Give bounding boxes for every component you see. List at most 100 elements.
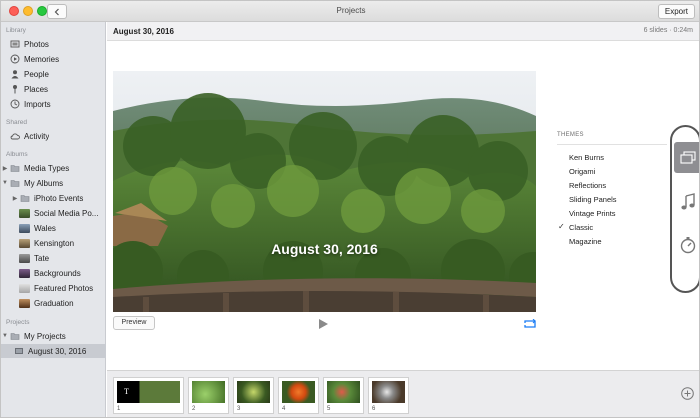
sidebar-item-imports[interactable]: Imports	[1, 97, 106, 111]
slide-number: 1	[117, 406, 121, 412]
slide-thumbnail-1[interactable]: T 1	[113, 377, 184, 414]
sidebar-item-my-projects[interactable]: ▼ My Projects	[1, 329, 106, 343]
sidebar-item-label: Social Media Po...	[34, 208, 99, 218]
sidebar-item-label: Activity	[24, 131, 50, 141]
preview-button[interactable]: Preview	[113, 316, 155, 330]
sidebar-item-label: Memories	[24, 54, 60, 64]
disclosure-down-icon[interactable]: ▼	[1, 180, 9, 186]
folder-icon	[9, 178, 20, 189]
cloud-icon	[9, 131, 20, 142]
title-bar: Projects Export	[1, 1, 699, 22]
music-note-icon[interactable]	[680, 193, 696, 211]
sidebar-item-label: Graduation	[34, 298, 74, 308]
theme-ken-burns[interactable]: Ken Burns	[569, 153, 604, 162]
sidebar-item-backgrounds[interactable]: Backgrounds	[1, 266, 106, 280]
sidebar-item-label: Featured Photos	[34, 283, 94, 293]
add-slide-icon[interactable]	[681, 387, 694, 400]
slide-image	[237, 381, 270, 403]
sidebar-item-photos[interactable]: Photos	[1, 37, 106, 51]
themes-divider	[557, 144, 667, 145]
album-thumb-icon	[19, 268, 30, 279]
loop-icon[interactable]	[523, 319, 537, 329]
disclosure-right-icon[interactable]: ▶	[11, 195, 19, 202]
slide-thumbnail-6[interactable]: 6	[368, 377, 409, 414]
photos-window: Projects Export Library Photos Memories …	[0, 0, 700, 418]
project-title: August 30, 2016	[113, 27, 174, 36]
sidebar-item-iphoto-events[interactable]: ▶ iPhoto Events	[1, 191, 106, 205]
sidebar-item-social-media[interactable]: Social Media Po...	[1, 206, 106, 220]
sidebar-item-memories[interactable]: Memories	[1, 52, 106, 66]
sidebar-item-label: My Projects	[24, 331, 66, 341]
sidebar-item-places[interactable]: Places	[1, 82, 106, 96]
sidebar-section-library: Library	[6, 27, 26, 34]
slide-image: T	[117, 381, 180, 403]
slide-image	[192, 381, 225, 403]
sidebar-section-albums: Albums	[6, 151, 28, 158]
slide-image	[372, 381, 405, 403]
slide-count-duration: 6 slides · 0:24m	[643, 27, 693, 34]
sidebar-item-kensington[interactable]: Kensington	[1, 236, 106, 250]
slide-thumbnail-4[interactable]: 4	[278, 377, 319, 414]
slide-number: 4	[282, 406, 286, 412]
sidebar-item-featured-photos[interactable]: Featured Photos	[1, 281, 106, 295]
folder-icon	[9, 163, 20, 174]
photos-icon	[9, 39, 20, 50]
sidebar-item-label: Imports	[24, 99, 51, 109]
disclosure-down-icon[interactable]: ▼	[1, 333, 9, 339]
window-title: Projects	[336, 6, 366, 15]
timer-icon[interactable]	[679, 236, 697, 254]
sidebar-item-label: People	[24, 69, 49, 79]
disclosure-right-icon[interactable]: ▶	[1, 165, 9, 172]
folder-icon	[19, 193, 30, 204]
title-slide-icon: T	[124, 387, 129, 396]
themes-icon	[679, 150, 696, 164]
slide-number: 2	[192, 406, 196, 412]
themes-tab-button[interactable]	[674, 142, 699, 173]
album-thumb-icon	[19, 253, 30, 264]
slide-thumbnail-5[interactable]: 5	[323, 377, 364, 414]
slide-number: 6	[372, 406, 376, 412]
project-header: August 30, 2016 6 slides · 0:24m	[107, 22, 699, 41]
places-icon	[9, 84, 20, 95]
theme-magazine[interactable]: Magazine	[569, 237, 602, 246]
checkmark-icon: ✓	[558, 222, 565, 231]
export-button[interactable]: Export	[657, 4, 695, 19]
slideshow-icon	[13, 346, 24, 357]
sidebar-item-tate[interactable]: Tate	[1, 251, 106, 265]
album-thumb-icon	[19, 208, 30, 219]
slide-number: 5	[327, 406, 331, 412]
sidebar-item-activity[interactable]: Activity	[1, 129, 106, 143]
slide-image	[327, 381, 360, 403]
imports-icon	[9, 99, 20, 110]
sidebar-item-label: Media Types	[24, 163, 70, 173]
play-icon[interactable]	[317, 318, 329, 330]
sidebar-section-projects: Projects	[6, 319, 30, 326]
sidebar-item-label: Backgrounds	[34, 268, 81, 278]
people-icon	[9, 69, 20, 80]
sidebar-item-wales[interactable]: Wales	[1, 221, 106, 235]
sidebar-item-label: My Albums	[24, 178, 64, 188]
folder-icon	[9, 331, 20, 342]
sidebar-item-label: iPhoto Events	[34, 193, 84, 203]
slide-thumbnail-2[interactable]: 2	[188, 377, 229, 414]
theme-sliding-panels[interactable]: Sliding Panels	[569, 195, 617, 204]
sidebar-item-media-types[interactable]: ▶ Media Types	[1, 161, 106, 175]
sidebar-item-august-30-2016[interactable]: August 30, 2016	[1, 344, 106, 358]
theme-classic[interactable]: Classic	[569, 223, 593, 232]
slide-title-overlay: August 30, 2016	[271, 241, 378, 257]
theme-origami[interactable]: Origami	[569, 167, 595, 176]
theme-reflections[interactable]: Reflections	[569, 181, 606, 190]
sidebar-item-my-albums[interactable]: ▼ My Albums	[1, 176, 106, 190]
sidebar-item-people[interactable]: People	[1, 67, 106, 81]
album-thumb-icon	[19, 238, 30, 249]
slideshow-preview[interactable]: August 30, 2016	[113, 71, 536, 312]
sidebar-item-label: August 30, 2016	[28, 346, 87, 356]
slide-thumbnail-3[interactable]: 3	[233, 377, 274, 414]
sidebar: Library Photos Memories People Places Im…	[1, 22, 106, 417]
theme-vintage-prints[interactable]: Vintage Prints	[569, 209, 616, 218]
sidebar-item-graduation[interactable]: Graduation	[1, 296, 106, 310]
album-thumb-icon	[19, 298, 30, 309]
sidebar-item-label: Places	[24, 84, 49, 94]
slide-image	[282, 381, 315, 403]
forest-photo	[113, 71, 536, 312]
